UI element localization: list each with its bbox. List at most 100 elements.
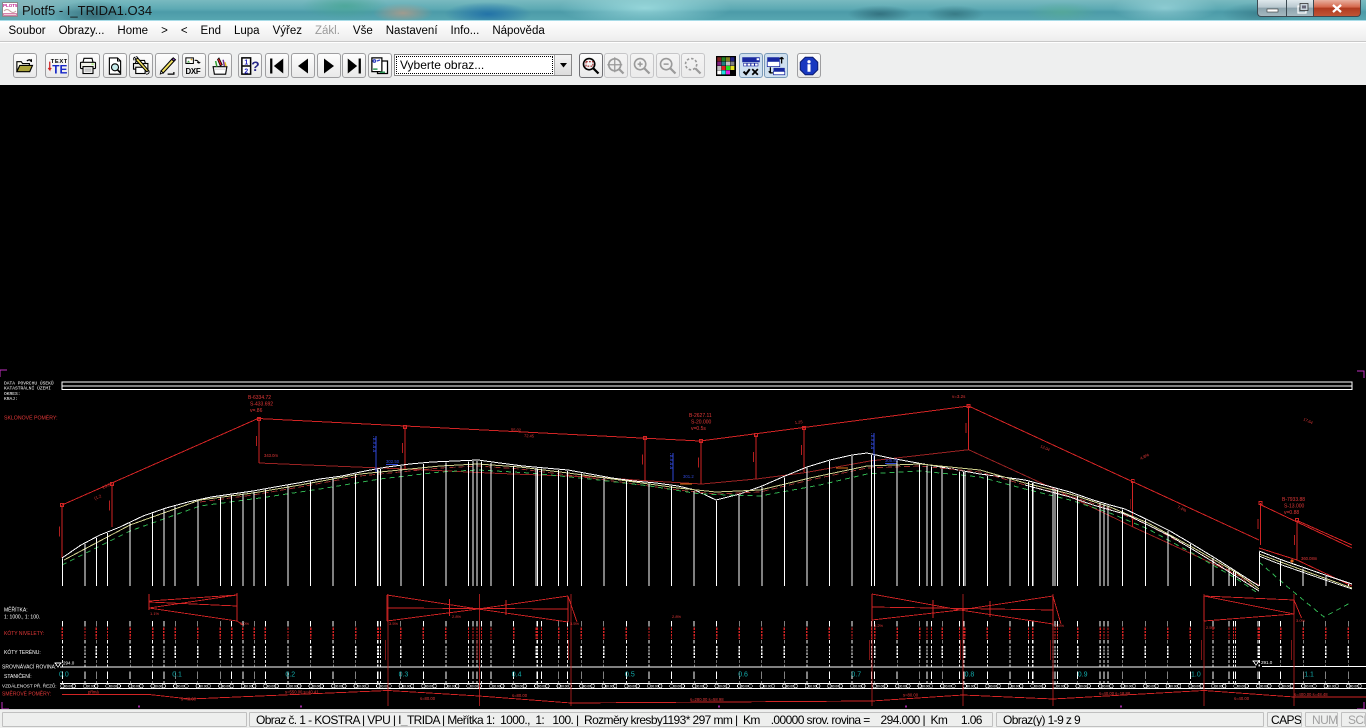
svg-text:3.5%: 3.5% (389, 621, 399, 626)
svg-text:30.00: 30.00 (673, 685, 681, 689)
svg-text:30.00: 30.00 (177, 685, 185, 689)
svg-text:S-13.000: S-13.000 (1284, 504, 1305, 510)
svg-text:2.8%: 2.8% (452, 614, 462, 619)
svg-text:30.00: 30.00 (109, 685, 117, 689)
svg-text:30.00: 30.00 (335, 685, 343, 689)
svg-text:MĚŘÍTKA:: MĚŘÍTKA: (4, 606, 28, 614)
svg-text:(1.2: (1.2 (93, 493, 102, 501)
svg-text:72.45: 72.45 (524, 433, 535, 439)
svg-text:30.00: 30.00 (583, 685, 591, 689)
svg-text:30.00: 30.00 (493, 685, 501, 689)
svg-text:12.04: 12.04 (1040, 443, 1052, 452)
svg-text:KRAJ:: KRAJ: (4, 396, 18, 402)
svg-text:13.2: 13.2 (101, 482, 111, 490)
svg-text:VZDÁLENOST PŘ. ŘEZŮ:: VZDÁLENOST PŘ. ŘEZŮ: (2, 682, 57, 689)
svg-text:30.00: 30.00 (245, 685, 253, 689)
svg-text:30.00: 30.00 (515, 685, 523, 689)
svg-text:30.00: 30.00 (1079, 685, 1087, 689)
svg-text:0.2: 0.2 (285, 672, 295, 679)
svg-text:30.00: 30.00 (560, 685, 568, 689)
svg-text:0.4: 0.4 (512, 672, 522, 679)
svg-text:30.00: 30.00 (448, 685, 456, 689)
svg-text:30.00: 30.00 (402, 685, 410, 689)
svg-text:SMĚROVÉ POMĚRY:: SMĚROVÉ POMĚRY: (2, 690, 51, 698)
svg-text:v=0.5s: v=0.5s (691, 426, 706, 432)
svg-text:KÓTY NIVELETY:: KÓTY NIVELETY: (4, 630, 44, 637)
svg-text:s=40.00: s=40.00 (181, 697, 197, 702)
svg-text:30.00: 30.00 (1327, 685, 1335, 689)
svg-text:294.0: 294.0 (63, 661, 75, 666)
svg-text:s=550.00 s=40.41: s=550.00 s=40.41 (285, 690, 319, 695)
svg-text:2.8%: 2.8% (672, 614, 682, 619)
svg-text:302.50: 302.50 (386, 459, 400, 464)
svg-text:3.0%: 3.0% (240, 621, 250, 626)
svg-text:30.00: 30.00 (1260, 685, 1268, 689)
svg-text:30.00: 30.00 (290, 685, 298, 689)
svg-text:30.00: 30.00 (357, 685, 365, 689)
svg-text:přímá: přímá (88, 690, 99, 695)
svg-text:v=.86: v=.86 (250, 408, 263, 414)
svg-text:DATA POVRCHU ÚSEKŮ: DATA POVRCHU ÚSEKŮ (4, 380, 54, 387)
svg-text:30.00: 30.00 (1215, 685, 1223, 689)
svg-text:TE: TE (53, 62, 68, 76)
svg-text:30.00: 30.00 (538, 685, 546, 689)
svg-text:0.0: 0.0 (59, 672, 69, 679)
svg-text:?: ? (252, 59, 260, 74)
svg-text:30.00: 30.00 (222, 685, 230, 689)
svg-text:30.00: 30.00 (966, 685, 974, 689)
svg-text:30.00: 30.00 (696, 685, 704, 689)
svg-text:30.00: 30.00 (628, 685, 636, 689)
svg-text:301.2: 301.2 (683, 474, 694, 479)
svg-text:4.8%: 4.8% (1139, 452, 1150, 461)
svg-text:1.1%: 1.1% (150, 611, 160, 616)
svg-text:2: 2 (245, 68, 249, 75)
svg-text:30.00: 30.00 (899, 685, 907, 689)
svg-text:30.00: 30.00 (1350, 685, 1358, 689)
svg-text:S-433.692: S-433.692 (250, 402, 273, 408)
svg-text:KATASTRÁLNÍ ÚZEMÍ: KATASTRÁLNÍ ÚZEMÍ (4, 385, 51, 392)
svg-text:2.5%: 2.5% (1055, 623, 1065, 628)
svg-text:1.0: 1.0 (1191, 672, 1201, 679)
svg-text:30.00: 30.00 (763, 685, 771, 689)
svg-text:s=280.00 s=58.98: s=280.00 s=58.98 (690, 697, 724, 702)
svg-text:s=400.00 s=48.48: s=400.00 s=48.48 (1294, 692, 1328, 697)
svg-text:30.00: 30.00 (605, 685, 613, 689)
svg-text:3.0%: 3.0% (1296, 618, 1306, 623)
svg-text:B-6334.72: B-6334.72 (248, 395, 271, 401)
svg-text:STANIČENÍ:: STANIČENÍ: (4, 673, 32, 680)
svg-text:s=80.00: s=80.00 (903, 693, 919, 698)
svg-text:7.4%: 7.4% (1177, 504, 1188, 513)
svg-text:30.00: 30.00 (1102, 685, 1110, 689)
svg-text:30.00: 30.00 (1282, 685, 1290, 689)
svg-text:KÓTY TERÉNU:: KÓTY TERÉNU: (4, 649, 41, 656)
svg-text:30.00: 30.00 (876, 685, 884, 689)
svg-text:30.00: 30.00 (267, 685, 275, 689)
svg-text:SKLONOVÉ POMĚRY:: SKLONOVÉ POMĚRY: (4, 414, 58, 422)
svg-text:30.00: 30.00 (1237, 685, 1245, 689)
svg-text:3.2%: 3.2% (874, 623, 884, 628)
svg-text:1: 1000., 1: 100.: 1: 1000., 1: 100. (4, 615, 40, 621)
svg-text:30.00: 30.00 (199, 685, 207, 689)
svg-text:30.00: 30.00 (944, 685, 952, 689)
svg-text:30.00: 30.00 (1057, 685, 1065, 689)
svg-text:v=3.2s: v=3.2s (952, 394, 966, 399)
svg-text:17.64: 17.64 (1303, 416, 1315, 425)
svg-text:30.00: 30.00 (1305, 685, 1313, 689)
svg-text:343.0m: 343.0m (264, 453, 278, 458)
svg-text:30.00: 30.00 (312, 685, 320, 689)
svg-text:0.1: 0.1 (172, 672, 182, 679)
svg-text:0.3: 0.3 (399, 672, 409, 679)
svg-text:2.5%: 2.5% (1206, 625, 1216, 630)
svg-text:30.00: 30.00 (132, 685, 140, 689)
svg-text:30.00: 30.00 (786, 685, 794, 689)
svg-text:s=80.00: s=80.00 (512, 693, 528, 698)
svg-text:1: 1 (245, 59, 249, 66)
svg-text:0.6: 0.6 (738, 672, 748, 679)
svg-text:30.00: 30.00 (989, 685, 997, 689)
svg-text:v=0.88: v=0.88 (1284, 510, 1299, 516)
svg-text:30.00: 30.00 (1124, 685, 1132, 689)
svg-text:0.8: 0.8 (965, 672, 975, 679)
svg-text:30.00: 30.00 (1147, 685, 1155, 689)
svg-text:30.00: 30.00 (1192, 685, 1200, 689)
svg-text:S-20.000: S-20.000 (691, 420, 712, 426)
